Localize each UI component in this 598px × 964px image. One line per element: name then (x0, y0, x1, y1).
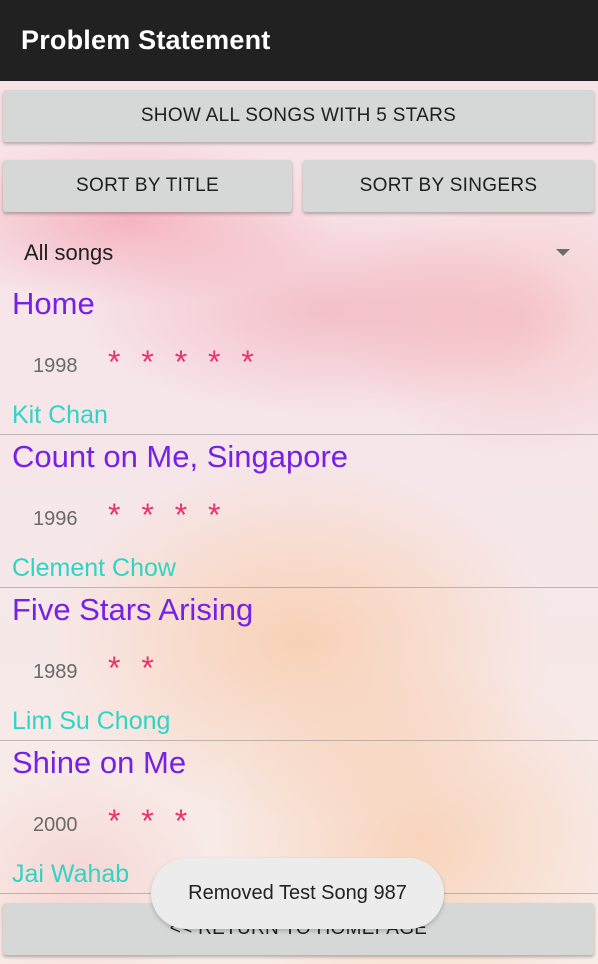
toast-message: Removed Test Song 987 (151, 858, 444, 929)
song-stars: * * (108, 650, 160, 686)
spinner-selected-value: All songs (24, 240, 114, 265)
song-title: Count on Me, Singapore (12, 439, 349, 474)
song-title: Shine on Me (12, 745, 187, 780)
app-bar: Problem Statement (0, 0, 598, 81)
dropdown-arrow-icon (556, 249, 570, 256)
song-title: Home (12, 286, 95, 321)
song-year: 1989 (33, 661, 78, 683)
sort-by-title-button[interactable]: SORT BY TITLE (3, 160, 292, 212)
list-item[interactable]: Home 1998 * * * * * Kit Chan (0, 282, 598, 435)
song-singer: Kit Chan (12, 401, 108, 429)
song-stars: * * * * (108, 497, 227, 533)
song-year: 1998 (33, 355, 78, 377)
song-singer: Lim Su Chong (12, 707, 171, 735)
song-singer: Clement Chow (12, 554, 176, 582)
show-five-star-songs-button[interactable]: SHOW ALL SONGS WITH 5 STARS (3, 90, 594, 142)
song-stars: * * * (108, 803, 194, 839)
sort-by-singers-button[interactable]: SORT BY SINGERS (303, 160, 594, 212)
song-stars: * * * * * (108, 344, 260, 380)
app-bar-title: Problem Statement (21, 25, 271, 55)
song-singer: Jai Wahab (12, 860, 130, 888)
song-year: 2000 (33, 814, 78, 836)
list-item[interactable]: Count on Me, Singapore 1996 * * * * Clem… (0, 435, 598, 588)
list-item[interactable]: Five Stars Arising 1989 * * Lim Su Chong (0, 588, 598, 741)
song-list: Home 1998 * * * * * Kit Chan Count on Me… (0, 282, 598, 894)
song-year: 1996 (33, 508, 78, 530)
song-filter-spinner[interactable]: All songs (0, 232, 598, 276)
song-title: Five Stars Arising (12, 592, 254, 627)
